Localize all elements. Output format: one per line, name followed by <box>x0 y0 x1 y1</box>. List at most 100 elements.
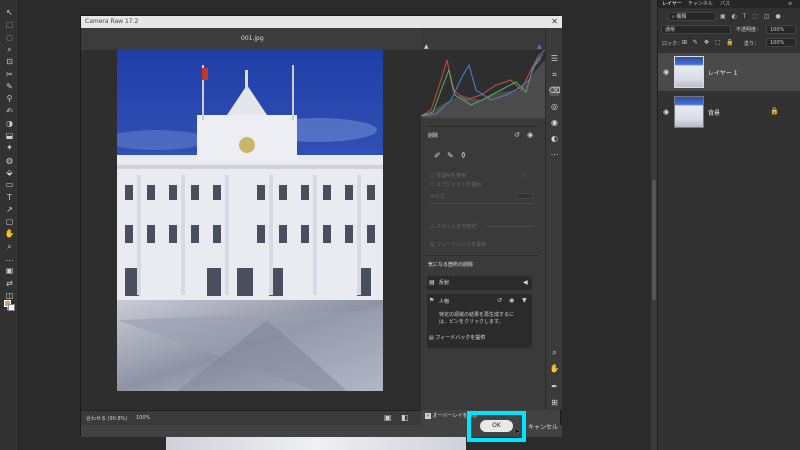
photo-preview[interactable] <box>117 50 383 391</box>
heal-icon[interactable]: ✎ <box>447 151 454 160</box>
ps-tool-icon[interactable]: ↖ <box>4 8 15 17</box>
feedback-link[interactable]: ▤ フィードバックを提供 <box>429 334 485 341</box>
mouse-cursor-icon: ➤ <box>513 427 521 437</box>
layer-thumbnail <box>674 96 704 128</box>
fill-field[interactable]: 100% <box>766 38 796 47</box>
masking-icon[interactable]: ◎ <box>549 102 560 112</box>
clone-stamp-icon[interactable]: ⚱ <box>460 151 467 160</box>
reflections-row[interactable]: ▤ 反射 ◀ <box>427 276 532 290</box>
content-aware-remove-icon[interactable]: ✐ <box>434 151 441 160</box>
shadow-clip-icon[interactable]: ▲ <box>424 43 429 50</box>
visibility-eye-icon[interactable]: ◉ <box>663 68 669 76</box>
layer-kind-filter[interactable]: ⌕ 種類 <box>668 12 716 21</box>
edit-sliders-icon[interactable]: ☰ <box>549 54 560 64</box>
background-color-swatch[interactable] <box>8 304 15 311</box>
photoshop-toolbar: ↖⬚◌⌕⊡✂✎⚲✍◑⬓✦◍⬙▭T↗▢✋⌕…▣⇄◫⊞ <box>0 0 19 450</box>
ps-tool-icon[interactable]: ✍ <box>4 106 15 115</box>
ps-tool-icon[interactable]: ▣ <box>4 266 15 275</box>
ps-tool-icon[interactable]: ↗ <box>4 205 15 214</box>
edit-panel: ▲ ▲ 削除 ↺ ◉ ✐ ✎ ⚱ ☐ 生成AIを使用 ⓘ ☐ オブジェクトを検出… <box>420 28 546 419</box>
people-icon: ⚑ <box>429 297 435 304</box>
ps-tool-icon[interactable]: ◑ <box>4 119 15 128</box>
zoom-tool-icon[interactable]: ⌕ <box>549 348 560 358</box>
ps-tool-icon[interactable]: ✦ <box>4 143 15 152</box>
image-preview-area <box>81 50 421 410</box>
filename-bar: 001.jpg ⇩ ⚙ ⤢ <box>81 28 556 50</box>
collapse-arrow-icon[interactable]: ◀ <box>523 276 528 290</box>
overlay-slider[interactable] <box>486 226 534 227</box>
ps-tool-icon[interactable]: ▭ <box>4 180 15 189</box>
opacity-label: 不透明度： <box>736 27 762 33</box>
ps-tool-icon[interactable]: ✎ <box>4 82 15 91</box>
ps-tool-icon[interactable]: ⬓ <box>4 131 15 140</box>
reset-icon[interactable]: ↺ <box>514 131 520 139</box>
blend-mode-select[interactable]: 通常 <box>661 25 731 34</box>
ps-tool-icon[interactable]: T <box>4 193 15 202</box>
presets-icon[interactable]: ◐ <box>549 134 560 144</box>
preview-bottom-bar: 合わせる (90.8%) 100% ▣ ◧ <box>81 410 421 425</box>
people-hint: 特定の領域の結果を再生成するに は、ピンをクリックします。 <box>439 312 515 325</box>
hand-tool-icon[interactable]: ✋ <box>549 364 560 374</box>
grid-icon[interactable]: ⊞ <box>549 398 560 408</box>
tab-paths[interactable]: パス <box>720 0 730 8</box>
visibility-eye-icon[interactable]: ◉ <box>527 131 533 139</box>
ps-tool-icon[interactable]: ◍ <box>4 156 15 165</box>
use-generative-ai-checkbox[interactable]: ☐ 生成AIを使用 <box>430 172 466 179</box>
detect-objects-checkbox[interactable]: ☐ オブジェクトを検出 <box>430 181 481 188</box>
close-icon[interactable]: ✕ <box>551 16 558 28</box>
more-options-icon[interactable]: ⋯ <box>549 150 560 160</box>
ps-tool-icon[interactable]: ◫ <box>4 291 15 300</box>
layer-filter-icons[interactable]: ▣ ◐ T ⬚ ◫ ● <box>720 12 800 21</box>
tab-channels[interactable]: チャンネル <box>688 0 713 8</box>
ps-tool-icon[interactable]: ✋ <box>4 229 15 238</box>
dialog-title: Camera Raw 17.2 <box>85 18 139 25</box>
edit-tools-strip: ☰ ⌗ ⌫ ◎ ◉ ◐ ⋯ ⌕ ✋ ✒ ⊞ <box>545 28 562 410</box>
fill-label: 塗り： <box>744 41 760 47</box>
color-sampler-icon[interactable]: ✒ <box>549 382 560 392</box>
red-eye-icon[interactable]: ◉ <box>549 118 560 128</box>
layers-panel: レイヤー チャンネル パス ≡ ⌕ 種類 ▣ ◐ T ⬚ ◫ ● 通常 不透明度… <box>657 0 800 450</box>
visibility-eye-icon[interactable]: ◉ <box>663 108 669 116</box>
people-label[interactable]: 人物 <box>439 298 449 305</box>
camera-raw-dialog: Camera Raw 17.2 ✕ 001.jpg ⇩ ⚙ ⤢ <box>80 15 562 437</box>
reflections-icon: ▤ <box>429 279 435 286</box>
ok-button[interactable]: OK <box>480 420 513 432</box>
before-after-icon[interactable]: ◧ <box>401 413 409 422</box>
tab-layers[interactable]: レイヤー <box>662 0 682 8</box>
ps-tool-icon[interactable]: ⇄ <box>4 279 15 288</box>
remove-eraser-icon[interactable]: ⌫ <box>549 86 560 96</box>
info-icon[interactable]: ⓘ <box>521 171 527 180</box>
highlight-clip-icon[interactable]: ▲ <box>537 43 542 50</box>
ps-tool-icon[interactable]: ⌕ <box>4 242 15 251</box>
ps-tool-icon[interactable]: ⌕ <box>4 45 15 54</box>
ps-tool-icon[interactable]: … <box>4 254 15 263</box>
panel-menu-icon[interactable]: ≡ <box>788 0 792 8</box>
ps-tool-icon[interactable]: ⚲ <box>4 94 15 103</box>
layer-row-background[interactable]: ◉ 背景 🔒 <box>658 93 800 131</box>
cancel-button[interactable]: キャンセル <box>528 422 558 431</box>
view-toggle-icon[interactable]: ▣ <box>384 413 392 422</box>
zoom-fit-select[interactable]: 合わせる (90.8%) <box>86 415 127 422</box>
size-slider[interactable] <box>430 203 534 204</box>
ps-tool-icon[interactable]: ▢ <box>4 217 15 226</box>
people-panel: ⚑ 人物 ↺ ◉ ▼ 特定の領域の結果を再生成するに は、ピンをクリックします。… <box>427 294 532 348</box>
layer-name[interactable]: レイヤー 1 <box>708 68 738 77</box>
ps-tool-icon[interactable]: ⊡ <box>4 57 15 66</box>
visibility-eye-icon[interactable]: ◉ <box>509 297 514 304</box>
lock-icon: 🔒 <box>770 107 779 115</box>
expand-arrow-icon[interactable]: ▼ <box>522 297 527 304</box>
ps-tool-icon[interactable]: ◌ <box>4 33 15 42</box>
layer-name[interactable]: 背景 <box>708 108 720 117</box>
ps-tool-icon[interactable]: ⬙ <box>4 168 15 177</box>
ps-tool-icon[interactable]: ✂ <box>4 70 15 79</box>
layer-row-layer1[interactable]: ◉ レイヤー 1 <box>658 53 800 91</box>
zoom-100-select[interactable]: 100% <box>136 415 150 421</box>
feedback-link[interactable]: ▤ フィードバックを提供 <box>430 241 486 248</box>
show-overlay-toggle[interactable]: ▭ スポットを可視化 <box>430 223 476 230</box>
reset-icon[interactable]: ↺ <box>497 297 502 304</box>
size-field[interactable] <box>516 193 534 199</box>
lock-icons[interactable]: ⊞ ✎ ✥ ⬚ 🔒 <box>682 39 736 46</box>
ps-tool-icon[interactable]: ⬚ <box>4 20 15 29</box>
opacity-field[interactable]: 100% <box>766 25 796 34</box>
crop-icon[interactable]: ⌗ <box>549 70 560 80</box>
